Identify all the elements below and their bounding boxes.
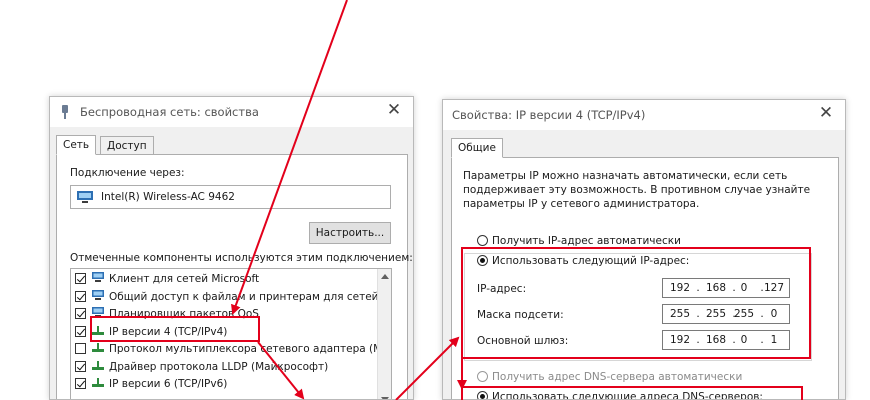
component-row[interactable]: IP версии 6 (TCP/IPv6) (75, 377, 227, 392)
highlight-manual-ip-group (461, 247, 811, 359)
network-adapter-icon (60, 105, 70, 119)
tab-general[interactable]: Общие (451, 138, 503, 158)
adapter-box: Intel(R) Wireless-AC 9462 (70, 185, 391, 209)
network-tab-panel: Подключение через: Intel(R) Wireless-AC … (56, 154, 413, 399)
description-line-3: параметры IP у сетевого администратора. (463, 198, 700, 210)
adapter-icon (77, 191, 93, 207)
close-icon[interactable]: ✕ (817, 104, 835, 122)
component-label: Драйвер протокола LLDP (Майкрософт) (109, 360, 329, 373)
connect-via-label: Подключение через: (70, 167, 185, 179)
component-checkbox[interactable] (75, 290, 86, 302)
component-label: Общий доступ к файлам и принтерам для се… (109, 290, 392, 303)
network-client-icon (91, 272, 105, 283)
highlight-manual-dns (461, 386, 803, 400)
configure-button[interactable]: Настроить... (309, 222, 391, 244)
component-row[interactable]: Протокол мультиплексора сетевого адаптер… (75, 342, 392, 357)
tab-sharing[interactable]: Доступ (100, 136, 154, 155)
adapter-name: Intel(R) Wireless-AC 9462 (101, 191, 235, 203)
radio-auto-ip-button[interactable] (477, 235, 488, 246)
radio-auto-ip-label: Получить IP-адрес автоматически (492, 235, 681, 247)
file-sharing-icon (91, 289, 105, 301)
component-row[interactable]: Клиент для сетей Microsoft (75, 272, 259, 287)
protocol-icon (91, 342, 105, 353)
description-line-2: поддерживает эту возможность. В противно… (463, 184, 811, 196)
component-checkbox[interactable] (75, 273, 86, 284)
radio-auto-dns[interactable]: Получить адрес DNS-сервера автоматически (477, 371, 742, 383)
left-dialog-titlebar: Беспроводная сеть: свойства ✕ (50, 97, 413, 127)
radio-auto-dns-label: Получить адрес DNS-сервера автоматически (492, 371, 743, 383)
wireless-properties-dialog: Беспроводная сеть: свойства ✕ Сеть Досту… (49, 96, 414, 400)
components-label: Отмеченные компоненты используются этим … (70, 252, 413, 264)
protocol-icon (91, 360, 105, 371)
radio-auto-ip[interactable]: Получить IP-адрес автоматически (477, 235, 681, 247)
component-label: IP версии 6 (TCP/IPv6) (109, 378, 228, 390)
highlight-ipv4-component (90, 316, 260, 342)
right-dialog-title: Свойства: IP версии 4 (TCP/IPv4) (452, 108, 646, 122)
radio-auto-dns-button[interactable] (477, 371, 488, 382)
scroll-up-icon[interactable] (381, 274, 389, 279)
tab-network[interactable]: Сеть (56, 135, 97, 155)
close-icon[interactable]: ✕ (385, 101, 403, 119)
protocol-icon (91, 377, 105, 388)
component-checkbox[interactable] (75, 325, 86, 337)
component-row[interactable]: Драйвер протокола LLDP (Майкрософт) (75, 360, 328, 375)
component-checkbox[interactable] (75, 360, 86, 372)
component-checkbox[interactable] (75, 343, 86, 354)
component-checkbox[interactable] (75, 308, 86, 319)
description-line-1: Параметры IP можно назначать автоматичес… (463, 170, 788, 182)
component-checkbox[interactable] (75, 378, 86, 389)
left-dialog-title: Беспроводная сеть: свойства (80, 105, 259, 119)
component-row[interactable]: Общий доступ к файлам и принтерам для се… (75, 289, 392, 305)
component-label: Клиент для сетей Microsoft (109, 273, 260, 285)
component-label: Протокол мультиплексора сетевого адаптер… (109, 343, 392, 355)
components-scrollbar[interactable] (377, 269, 391, 399)
right-dialog-titlebar: Свойства: IP версии 4 (TCP/IPv4) ✕ (443, 100, 845, 130)
